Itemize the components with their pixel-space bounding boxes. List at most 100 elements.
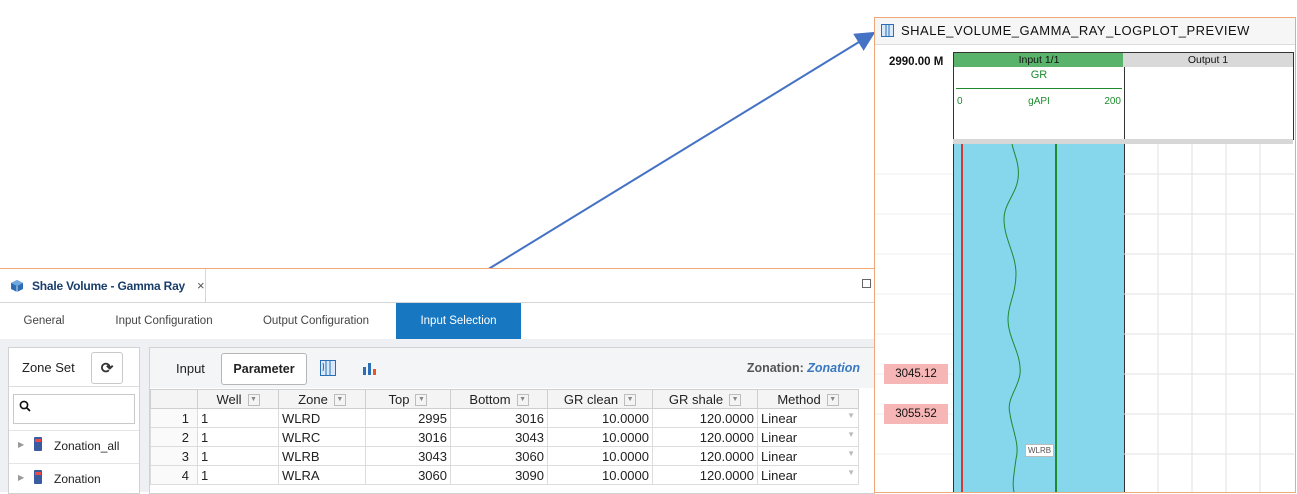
zonation-icon xyxy=(34,470,42,484)
zone-set-panel: Zone Set ⟳ ▶ Zonation_all ▶ Zonation xyxy=(8,347,140,494)
input-track-title[interactable]: Input 1/1 xyxy=(954,52,1124,67)
dropdown-arrow-icon[interactable]: ▼ xyxy=(847,411,855,420)
table-row[interactable]: 3 1 WLRB 3043 3060 10.0000 120.0000 Line… xyxy=(150,446,859,466)
search-icon xyxy=(19,400,31,412)
table-row[interactable]: 2 1 WLRC 3016 3043 10.0000 120.0000 Line… xyxy=(150,427,859,447)
cell-bottom[interactable]: 3060 xyxy=(450,446,548,466)
column-header-method[interactable]: Method ▼ xyxy=(757,389,859,409)
cell-top[interactable]: 3043 xyxy=(365,446,451,466)
cell-gr-shale[interactable]: 120.0000 xyxy=(652,408,758,428)
refresh-icon: ⟳ xyxy=(100,360,114,377)
zone-set-label: Zone Set xyxy=(22,360,75,375)
cell-top[interactable]: 3016 xyxy=(365,427,451,447)
table-header-row: Well ▼ Zone ▼ Top ▼ Bottom ▼ GR clean ▼ GR sh… xyxy=(150,389,859,409)
cell-method[interactable]: Linear ▼ xyxy=(757,446,859,466)
filter-icon[interactable]: ▼ xyxy=(333,394,346,407)
column-header-well[interactable]: Well ▼ xyxy=(197,389,279,409)
zone-tag: WLRB xyxy=(1025,444,1055,457)
zonation-value[interactable]: Zonation xyxy=(807,361,860,375)
content-area: Zone Set ⟳ ▶ Zonation_all ▶ Zonation Inp… xyxy=(0,339,877,494)
cell-gr-shale[interactable]: 120.0000 xyxy=(652,446,758,466)
logplot-icon xyxy=(881,24,894,37)
shale-volume-panel: Shale Volume - Gamma Ray × General Input… xyxy=(0,268,878,494)
refresh-button[interactable]: ⟳ xyxy=(91,352,123,384)
tab-general[interactable]: General xyxy=(0,303,88,339)
document-tab[interactable]: Shale Volume - Gamma Ray × xyxy=(0,269,206,302)
cell-gr-clean[interactable]: 10.0000 xyxy=(547,465,653,485)
column-header-bottom[interactable]: Bottom ▼ xyxy=(450,389,548,409)
preview-title-bar: SHALE_VOLUME_GAMMA_RAY_LOGPLOT_PREVIEW xyxy=(875,18,1295,45)
logplot-preview-window: SHALE_VOLUME_GAMMA_RAY_LOGPLOT_PREVIEW 2… xyxy=(874,17,1296,493)
cell-well[interactable]: 1 xyxy=(197,408,279,428)
cell-bottom[interactable]: 3016 xyxy=(450,408,548,428)
parameter-panel: Input Parameter Zonation: Zonation Well … xyxy=(149,347,875,494)
filter-icon[interactable]: ▼ xyxy=(415,394,428,407)
row-index-header xyxy=(150,389,198,409)
cell-gr-shale[interactable]: 120.0000 xyxy=(652,465,758,485)
cell-well[interactable]: 1 xyxy=(197,427,279,447)
cell-zone[interactable]: WLRB xyxy=(278,446,366,466)
parameter-button[interactable]: Parameter xyxy=(221,353,307,385)
curve-scale-line xyxy=(956,88,1122,89)
curve-name: GR xyxy=(1030,69,1048,81)
dropdown-arrow-icon[interactable]: ▼ xyxy=(847,468,855,477)
zonation-icon xyxy=(34,437,42,451)
cell-top[interactable]: 3060 xyxy=(365,465,451,485)
tree-item-zonation[interactable]: ▶ Zonation xyxy=(9,463,139,494)
parameter-table: Well ▼ Zone ▼ Top ▼ Bottom ▼ GR clean ▼ GR sh… xyxy=(150,389,859,485)
tree-item-label: Zonation xyxy=(54,472,101,486)
filter-icon[interactable]: ▼ xyxy=(826,394,839,407)
dropdown-arrow-icon[interactable]: ▼ xyxy=(847,449,855,458)
tab-output-configuration[interactable]: Output Configuration xyxy=(250,303,382,339)
tab-input-configuration[interactable]: Input Configuration xyxy=(104,303,224,339)
cell-gr-clean[interactable]: 10.0000 xyxy=(547,408,653,428)
cell-top[interactable]: 2995 xyxy=(365,408,451,428)
cell-gr-clean[interactable]: 10.0000 xyxy=(547,427,653,447)
logplot-icon[interactable] xyxy=(320,360,336,376)
gr-curve-plot xyxy=(961,144,1057,492)
table-row[interactable]: 4 1 WLRA 3060 3090 10.0000 120.0000 Line… xyxy=(150,465,859,485)
cell-zone[interactable]: WLRA xyxy=(278,465,366,485)
zonation-label: Zonation: xyxy=(746,361,804,375)
cell-gr-shale[interactable]: 120.0000 xyxy=(652,427,758,447)
tab-bar: General Input Configuration Output Confi… xyxy=(0,302,877,340)
column-header-gr-shale[interactable]: GR shale ▼ xyxy=(652,389,758,409)
filter-icon[interactable]: ▼ xyxy=(247,394,260,407)
cell-method[interactable]: Linear ▼ xyxy=(757,427,859,447)
input-tab-label[interactable]: Input xyxy=(176,361,205,376)
row-index: 1 xyxy=(150,408,198,428)
dropdown-arrow-icon[interactable]: ▼ xyxy=(847,430,855,439)
row-index: 2 xyxy=(150,427,198,447)
scale-unit: gAPI xyxy=(1028,96,1050,107)
cell-gr-clean[interactable]: 10.0000 xyxy=(547,446,653,466)
tree-item-label: Zonation_all xyxy=(54,439,120,453)
zone-top-depth-label: 3045.12 xyxy=(884,364,948,384)
cell-method[interactable]: Linear ▼ xyxy=(757,465,859,485)
cell-well[interactable]: 1 xyxy=(197,446,279,466)
cell-bottom[interactable]: 3043 xyxy=(450,427,548,447)
cell-zone[interactable]: WLRC xyxy=(278,427,366,447)
tab-input-selection[interactable]: Input Selection xyxy=(396,303,521,339)
document-tab-title: Shale Volume - Gamma Ray xyxy=(32,278,186,293)
table-row[interactable]: 1 1 WLRD 2995 3016 10.0000 120.0000 Line… xyxy=(150,408,859,428)
output-track-title[interactable]: Output 1 xyxy=(1123,52,1293,67)
cell-well[interactable]: 1 xyxy=(197,465,279,485)
expand-arrow-icon[interactable]: ▶ xyxy=(18,473,24,482)
cell-zone[interactable]: WLRD xyxy=(278,408,366,428)
column-header-zone[interactable]: Zone ▼ xyxy=(278,389,366,409)
filter-icon[interactable]: ▼ xyxy=(516,394,529,407)
close-icon[interactable]: × xyxy=(197,278,205,293)
histogram-icon[interactable] xyxy=(362,361,378,375)
maximize-icon[interactable] xyxy=(862,279,871,288)
zone-search-input[interactable] xyxy=(13,394,135,424)
filter-icon[interactable]: ▼ xyxy=(729,394,742,407)
filter-icon[interactable]: ▼ xyxy=(624,394,637,407)
tree-item-zonation-all[interactable]: ▶ Zonation_all xyxy=(9,430,139,461)
scale-max: 200 xyxy=(1104,96,1121,107)
cell-bottom[interactable]: 3090 xyxy=(450,465,548,485)
cell-method[interactable]: Linear ▼ xyxy=(757,408,859,428)
column-header-top[interactable]: Top ▼ xyxy=(365,389,451,409)
input-track-body xyxy=(953,144,1125,492)
column-header-gr-clean[interactable]: GR clean ▼ xyxy=(547,389,653,409)
expand-arrow-icon[interactable]: ▶ xyxy=(18,440,24,449)
